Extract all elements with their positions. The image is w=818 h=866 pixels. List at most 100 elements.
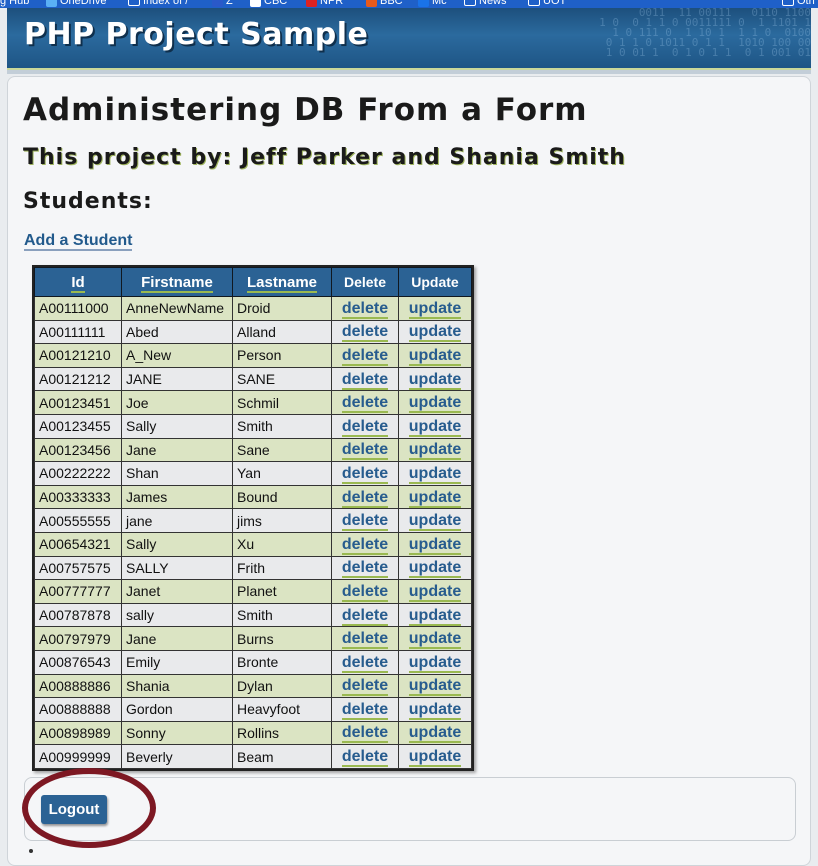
cell-update: update xyxy=(398,697,472,722)
column-header-id[interactable]: Id xyxy=(34,267,122,297)
bookmark-mc[interactable]: Mc xyxy=(418,0,447,7)
cell-delete: delete xyxy=(331,744,399,769)
column-header-update: Update xyxy=(398,267,472,297)
table-body: A00111000 AnneNewName Droid delete update A00… xyxy=(34,296,472,769)
delete-link[interactable]: delete xyxy=(341,441,389,461)
table-row: A00222222 Shan Yan delete update xyxy=(34,461,472,486)
cell-id: A00111000 xyxy=(34,296,122,321)
cell-update: update xyxy=(398,531,472,557)
students-table: Id Firstname Lastname Delete Update A001… xyxy=(32,265,474,771)
column-header-lastname[interactable]: Lastname xyxy=(232,267,332,297)
bookmark-label: Mc xyxy=(432,0,447,7)
delete-link[interactable]: delete xyxy=(341,464,389,484)
table-row: A00111111 Abed Alland delete update xyxy=(34,319,472,345)
bookmark-cbc[interactable]: CBC xyxy=(250,0,287,7)
update-link[interactable]: update xyxy=(408,441,462,461)
cell-update: update xyxy=(398,390,472,415)
update-link[interactable]: update xyxy=(408,323,462,343)
bookmark-onedrive[interactable]: OneDrive xyxy=(46,0,106,7)
bookmark-g-hub[interactable]: g Hub xyxy=(0,0,29,7)
cell-delete: delete xyxy=(331,508,399,533)
sort-by-lastname-link[interactable]: Lastname xyxy=(246,273,318,293)
cell-id: A00757575 xyxy=(34,555,122,581)
cell-lastname: Frith xyxy=(232,555,332,581)
bookmark-label: News xyxy=(479,0,507,7)
cell-lastname: Xu xyxy=(232,531,332,557)
header-divider xyxy=(7,68,811,74)
update-link[interactable]: update xyxy=(408,417,462,437)
cell-update: update xyxy=(398,555,472,581)
delete-link[interactable]: delete xyxy=(341,323,389,343)
update-link[interactable]: update xyxy=(408,464,462,484)
npr-icon xyxy=(306,0,317,7)
update-link[interactable]: update xyxy=(408,653,462,673)
update-link[interactable]: update xyxy=(408,299,462,319)
cell-firstname: Shan xyxy=(121,461,233,486)
delete-link[interactable]: delete xyxy=(341,748,389,768)
cbc-icon xyxy=(250,0,261,7)
cell-lastname: Heavyfoot xyxy=(232,697,332,722)
delete-link[interactable]: delete xyxy=(341,724,389,744)
update-link[interactable]: update xyxy=(408,394,462,414)
table-row: A00888888 Gordon Heavyfoot delete update xyxy=(34,697,472,722)
delete-link[interactable]: delete xyxy=(341,346,389,366)
delete-link[interactable]: delete xyxy=(341,630,389,650)
update-link[interactable]: update xyxy=(408,700,462,720)
cell-update: update xyxy=(398,461,472,486)
delete-link[interactable]: delete xyxy=(341,488,389,508)
delete-link[interactable]: delete xyxy=(341,299,389,319)
table-row: A00757575 SALLY Frith delete update xyxy=(34,555,472,581)
delete-link[interactable]: delete xyxy=(341,370,389,390)
delete-link[interactable]: delete xyxy=(341,677,389,697)
update-link[interactable]: update xyxy=(408,559,462,579)
cell-delete: delete xyxy=(331,413,399,439)
add-student-link[interactable]: Add a Student xyxy=(24,232,133,251)
bookmark-oth[interactable]: Oth xyxy=(782,0,815,7)
cell-delete: delete xyxy=(331,343,399,368)
delete-link[interactable]: delete xyxy=(341,535,389,555)
cell-firstname: Jane xyxy=(121,626,233,651)
update-link[interactable]: update xyxy=(408,748,462,768)
binary-background-pattern: 0011 11 00111 0110 1100 1 0 0 1 1 0 0011… xyxy=(599,8,811,59)
update-link[interactable]: update xyxy=(408,535,462,555)
cell-update: update xyxy=(398,744,472,769)
delete-link[interactable]: delete xyxy=(341,394,389,414)
update-link[interactable]: update xyxy=(408,606,462,626)
update-link[interactable]: update xyxy=(408,488,462,508)
bookmark-npr[interactable]: NPR xyxy=(306,0,343,7)
bookmark-uot[interactable]: UOT xyxy=(528,0,566,7)
site-header: 0011 11 00111 0110 1100 1 0 0 1 1 0 0011… xyxy=(7,8,811,68)
delete-link[interactable]: delete xyxy=(341,512,389,532)
delete-link[interactable]: delete xyxy=(341,417,389,437)
bookmark-bbc[interactable]: BBC xyxy=(366,0,403,7)
cell-delete: delete xyxy=(331,390,399,415)
logout-button[interactable]: Logout xyxy=(41,795,107,824)
delete-link[interactable]: delete xyxy=(341,582,389,602)
delete-link[interactable]: delete xyxy=(341,700,389,720)
delete-link[interactable]: delete xyxy=(341,606,389,626)
sort-by-firstname-link[interactable]: Firstname xyxy=(141,273,213,293)
update-link[interactable]: update xyxy=(408,724,462,744)
delete-link[interactable]: delete xyxy=(341,653,389,673)
bookmark-label: Index of / xyxy=(143,0,189,7)
folder-icon xyxy=(528,0,540,6)
bookmark-z[interactable]: Z xyxy=(212,0,233,7)
column-header-firstname[interactable]: Firstname xyxy=(121,267,233,297)
update-link[interactable]: update xyxy=(408,512,462,532)
table-row: A00121212 JANE SANE delete update xyxy=(34,366,472,392)
update-link[interactable]: update xyxy=(408,677,462,697)
z-icon xyxy=(212,0,223,7)
sort-by-id-link[interactable]: Id xyxy=(71,273,85,293)
cell-delete: delete xyxy=(331,437,399,463)
delete-link[interactable]: delete xyxy=(341,559,389,579)
bookmark-index-of[interactable]: Index of / xyxy=(128,0,188,7)
update-link[interactable]: update xyxy=(408,370,462,390)
update-link[interactable]: update xyxy=(408,630,462,650)
onedrive-icon xyxy=(46,0,57,7)
folder-icon xyxy=(128,0,140,6)
cell-lastname: SANE xyxy=(232,366,332,392)
cell-firstname: Beverly xyxy=(121,744,233,769)
bookmark-news[interactable]: News xyxy=(464,0,507,7)
update-link[interactable]: update xyxy=(408,582,462,602)
update-link[interactable]: update xyxy=(408,346,462,366)
